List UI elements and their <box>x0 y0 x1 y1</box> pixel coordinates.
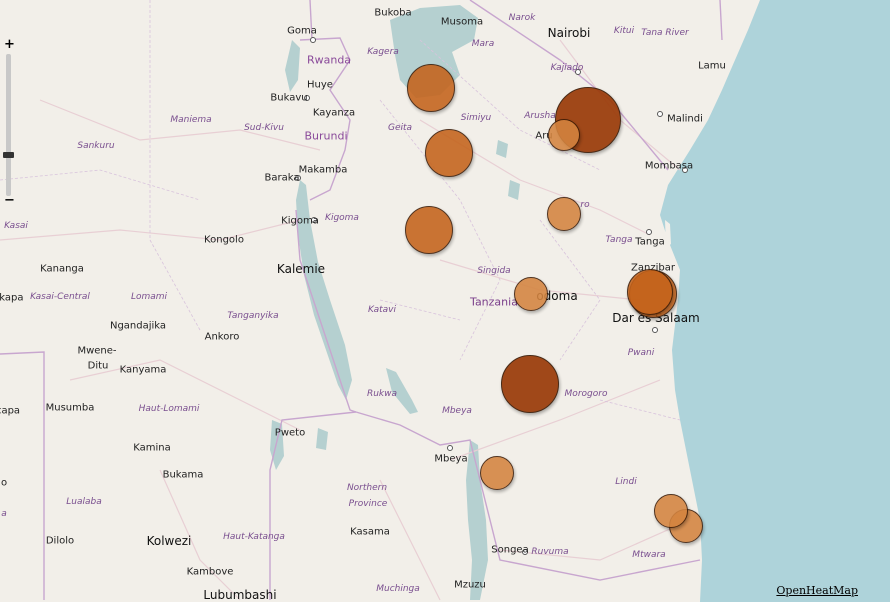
tabora-bubble[interactable] <box>405 206 453 254</box>
map-canvas[interactable]: Bukoba Musoma Narok Nairobi Kitui Tana R… <box>0 0 890 602</box>
label-kilimanjaro-region: ro <box>580 200 590 210</box>
label-mbeya: Mbeya <box>434 453 468 465</box>
label-edge-a: a <box>1 509 7 519</box>
label-kambove: Kambove <box>186 566 234 578</box>
dodoma-bubble[interactable] <box>514 277 548 311</box>
label-makamba: Makamba <box>298 164 348 176</box>
label-sud-kivu: Sud-Kivu <box>244 123 284 133</box>
label-ngandajika: Ngandajika <box>109 320 167 332</box>
label-kongolo: Kongolo <box>204 234 244 246</box>
place-marker <box>652 327 658 333</box>
kagera-bubble[interactable] <box>407 64 455 112</box>
place-marker <box>310 37 316 43</box>
label-kananga: Kananga <box>40 263 84 275</box>
label-northern-province-2: Province <box>348 499 388 509</box>
label-narok: Narok <box>508 13 536 23</box>
label-lubumbashi: Lubumbashi <box>203 588 277 602</box>
label-kasai: Kasai <box>4 221 28 231</box>
label-lamu: Lamu <box>698 60 726 72</box>
label-rukwa: Rukwa <box>366 389 398 399</box>
label-pwani: Pwani <box>627 348 655 358</box>
mbeya-bubble[interactable] <box>480 456 514 490</box>
label-geita: Geita <box>387 123 413 133</box>
label-mzuzu: Mzuzu <box>454 579 486 591</box>
label-katavi: Katavi <box>368 305 396 315</box>
label-mara: Mara <box>471 39 495 49</box>
label-ruvuma: Ruvuma <box>531 547 569 557</box>
label-mwene-ditu-2: Ditu <box>87 360 109 372</box>
mwanza-bubble[interactable] <box>425 129 473 177</box>
lindi-bubble[interactable] <box>654 494 688 528</box>
zoom-slider-handle[interactable] <box>3 152 14 158</box>
label-arusha-region: Arusha <box>524 111 556 121</box>
label-bukoba: Bukoba <box>374 7 412 19</box>
label-haut-lomami: Haut-Lomami <box>138 404 200 414</box>
label-kalemie: Kalemie <box>276 262 326 276</box>
label-kigoma-region: Kigoma <box>325 213 359 223</box>
label-edge-o: o <box>0 477 8 489</box>
label-musumba: Musumba <box>45 402 95 414</box>
label-baraka: Baraka <box>264 172 300 184</box>
label-goma: Goma <box>287 25 317 37</box>
label-songea: Songea <box>491 544 529 556</box>
zoom-control[interactable]: + − <box>0 36 18 208</box>
label-kigoma: Kigoma <box>281 215 319 227</box>
label-lindi: Lindi <box>615 477 637 487</box>
label-mwene-ditu: Mwene- <box>77 345 117 357</box>
label-mtwara: Mtwara <box>632 550 666 560</box>
label-kitui: Kitui <box>613 26 635 36</box>
label-simiyu: Simiyu <box>460 113 492 123</box>
label-kasai-central: Kasai-Central <box>30 292 90 302</box>
label-dilolo: Dilolo <box>45 535 75 547</box>
iringa-bubble[interactable] <box>501 355 559 413</box>
zanzibar-bubble[interactable] <box>627 269 673 315</box>
label-ikapa: ikapa <box>0 292 24 304</box>
label-tanzania: Tanzania <box>470 295 518 309</box>
label-tana-river: Tana River <box>641 28 689 38</box>
label-mombasa: Mombasa <box>644 160 694 172</box>
label-kanyama: Kanyama <box>119 364 167 376</box>
place-marker <box>646 229 652 235</box>
label-lualaba: Lualaba <box>66 497 102 507</box>
zoom-in-button[interactable]: + <box>4 38 15 51</box>
label-musoma: Musoma <box>440 16 484 28</box>
label-mbeya-region: Mbeya <box>442 406 472 416</box>
label-nairobi: Nairobi <box>547 26 591 40</box>
label-ankoro: Ankoro <box>204 331 240 343</box>
arusha-bubble[interactable] <box>548 119 580 151</box>
place-marker <box>447 445 453 451</box>
label-muchinga: Muchinga <box>376 584 420 594</box>
zoom-out-button[interactable]: − <box>4 194 15 207</box>
place-marker <box>657 111 663 117</box>
label-malindi: Malindi <box>667 113 703 125</box>
label-lomami: Lomami <box>130 292 168 302</box>
label-bukama: Bukama <box>162 469 204 481</box>
label-northern-province: Northern <box>346 483 388 493</box>
label-capa: capa <box>0 405 21 417</box>
label-haut-katanga: Haut-Katanga <box>223 532 285 542</box>
label-huye: Huye <box>307 79 333 91</box>
label-kayanza: Kayanza <box>312 107 356 119</box>
label-kasama: Kasama <box>350 526 390 538</box>
label-kolwezi: Kolwezi <box>146 534 192 548</box>
label-morogoro: Morogoro <box>564 389 608 399</box>
label-sankuru: Sankuru <box>77 141 115 151</box>
label-maniema: Maniema <box>170 115 212 125</box>
label-pweto: Pweto <box>274 427 306 439</box>
label-tanga-region: Tanga <box>605 235 633 245</box>
manyara-bubble[interactable] <box>547 197 581 231</box>
zoom-slider-track[interactable] <box>6 54 11 196</box>
label-kagera: Kagera <box>367 47 399 57</box>
label-bukavu: Bukavu <box>270 92 308 104</box>
label-rwanda: Rwanda <box>306 53 352 67</box>
label-kamina: Kamina <box>133 442 171 454</box>
label-singida: Singida <box>477 266 511 276</box>
label-burundi: Burundi <box>304 129 348 143</box>
label-tanganyika: Tanganyika <box>227 311 279 321</box>
label-kajiado: Kajiado <box>550 63 584 73</box>
label-tanga: Tanga <box>635 236 665 248</box>
attribution-link[interactable]: OpenHeatMap <box>776 584 858 597</box>
